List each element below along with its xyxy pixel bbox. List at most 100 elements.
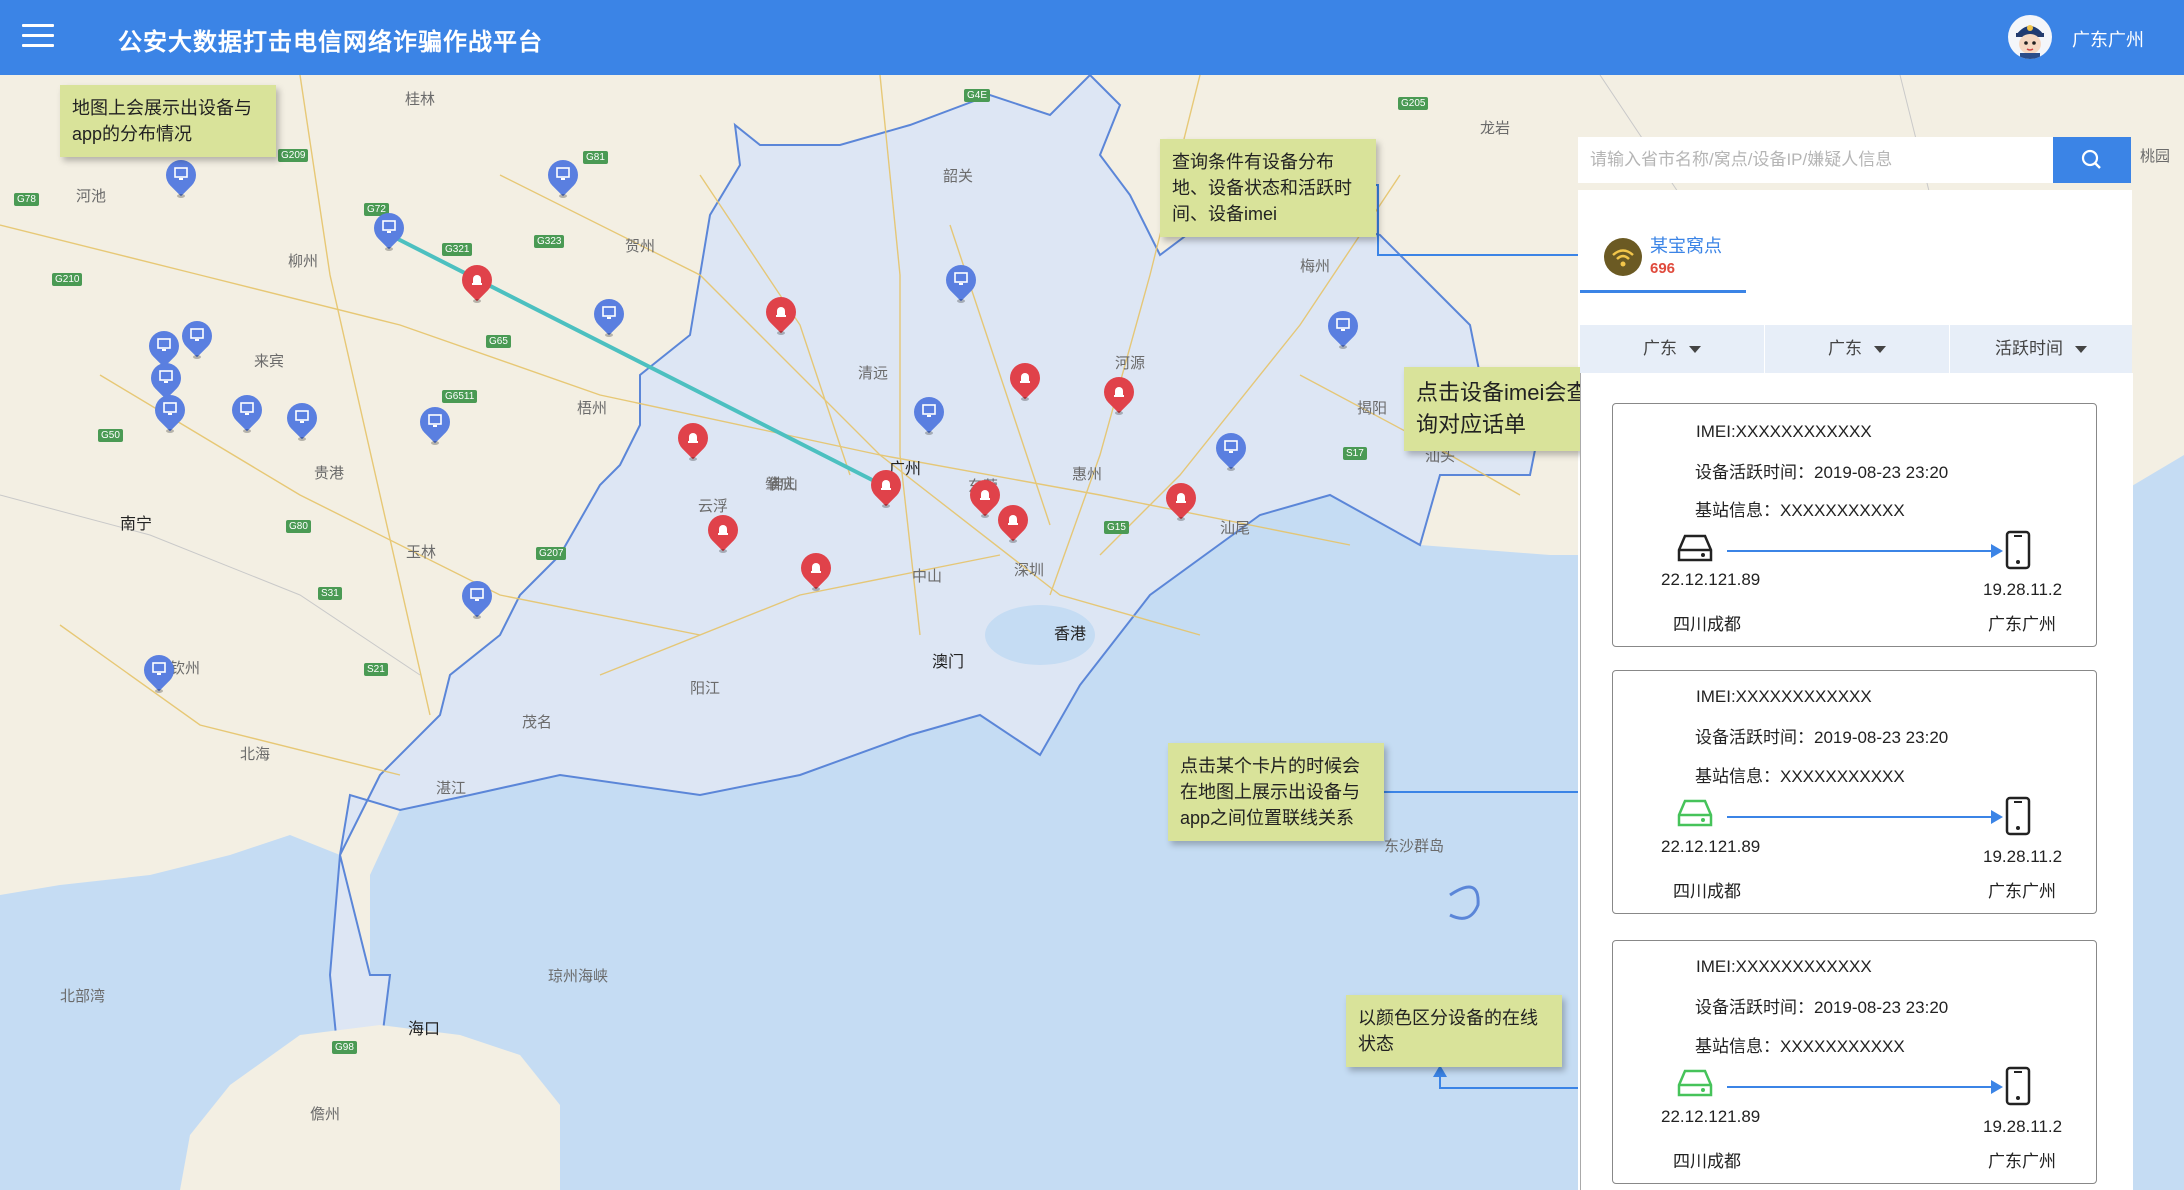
device-place: 四川成都	[1673, 1152, 1741, 1171]
app-location-pin[interactable]	[939, 258, 983, 305]
imei-link[interactable]: IMEI:XXXXXXXXXXXX	[1696, 957, 1872, 977]
tab-den[interactable]: 某宝窝点 696	[1604, 222, 1744, 290]
app-location-pin[interactable]	[1209, 426, 1253, 473]
app-location-pin[interactable]	[175, 314, 219, 361]
city-label: 惠州	[1072, 466, 1103, 483]
search-input[interactable]	[1578, 137, 2053, 183]
alarm-icon	[1176, 493, 1186, 503]
highway-shield: G207	[536, 547, 567, 560]
device-location-pin[interactable]	[455, 258, 499, 305]
router-icon	[1677, 799, 1713, 827]
alarm-icon	[1020, 373, 1030, 383]
active-time: 设备活跃时间：2019-08-23 23:20	[1695, 728, 1949, 747]
device-location-pin[interactable]	[864, 463, 908, 510]
city-label: 澳门	[932, 654, 965, 671]
imei-link[interactable]: IMEI:XXXXXXXXXXXX	[1696, 422, 1872, 442]
device-location-pin[interactable]	[963, 473, 1007, 520]
device-location-pin[interactable]	[1159, 476, 1203, 523]
app-ip: 19.28.11.2	[1983, 847, 2063, 866]
monitor-icon	[152, 662, 166, 675]
device-location-pin[interactable]	[759, 290, 803, 337]
filter-active-time[interactable]: 活跃时间	[1950, 325, 2132, 373]
city-label: 阳江	[690, 680, 721, 697]
imei-link[interactable]: IMEI:XXXXXXXXXXXX	[1696, 687, 1872, 707]
device-location-pin[interactable]	[701, 508, 745, 555]
app-location-pin[interactable]	[280, 396, 324, 443]
highway-shield: G210	[52, 273, 83, 286]
filter-city[interactable]: 广东	[1765, 325, 1949, 373]
city-label: 茂名	[522, 714, 553, 731]
device-location-pin[interactable]	[1097, 370, 1141, 417]
filter-province[interactable]: 广东	[1580, 325, 1764, 373]
monitor-icon	[240, 402, 254, 415]
monitor-icon	[470, 588, 484, 601]
base-station: 基站信息：XXXXXXXXXXX	[1695, 1037, 1905, 1056]
city-label: 北海	[240, 746, 271, 763]
device-location-pin[interactable]	[1003, 356, 1047, 403]
police-avatar[interactable]	[2008, 15, 2052, 59]
app-location-pin[interactable]	[137, 648, 181, 695]
link-arrow	[1727, 1080, 2003, 1094]
device-card[interactable]: IMEI:XXXXXXXXXXXX 设备活跃时间：2019-08-23 23:2…	[1612, 940, 2097, 1184]
app-place: 广东广州	[1988, 1152, 2056, 1171]
highway-shield: G81	[583, 151, 608, 164]
app-ip: 19.28.11.2	[1983, 1117, 2063, 1136]
app-place: 广东广州	[1988, 882, 2056, 901]
filter-city-label: 广东	[1828, 339, 1862, 358]
device-card[interactable]: IMEI:XXXXXXXXXXXX 设备活跃时间：2019-08-23 23:2…	[1612, 403, 2097, 647]
city-label: 梅州	[1300, 258, 1331, 275]
highway-shield: S31	[318, 587, 342, 600]
app-location-pin[interactable]	[541, 153, 585, 200]
highway-shield: S21	[364, 663, 388, 676]
highway-shield: G321	[442, 243, 473, 256]
city-label: 佛山	[768, 476, 799, 493]
user-region[interactable]: 广东广州	[2072, 26, 2144, 52]
app-location-pin[interactable]	[455, 574, 499, 621]
app-location-pin[interactable]	[1321, 304, 1365, 351]
active-time: 设备活跃时间：2019-08-23 23:20	[1695, 463, 1949, 482]
search-button[interactable]	[2053, 137, 2131, 183]
highway-shield: G78	[14, 193, 39, 206]
base-station: 基站信息：XXXXXXXXXXX	[1695, 767, 1905, 786]
chevron-down-icon	[1689, 346, 1701, 354]
router-icon	[1677, 1069, 1713, 1097]
monitor-icon	[922, 404, 936, 417]
tab-label: 某宝窝点	[1650, 236, 1722, 256]
app-location-pin[interactable]	[907, 390, 951, 437]
city-label: 深圳	[1014, 562, 1045, 579]
link-arrow	[1727, 810, 2003, 824]
app-location-pin[interactable]	[225, 388, 269, 435]
city-label: 湛江	[436, 780, 467, 797]
city-label: 琼州海峡	[548, 968, 609, 985]
device-location-pin[interactable]	[671, 416, 715, 463]
device-location-pin[interactable]	[794, 546, 838, 593]
app-location-pin[interactable]	[587, 292, 631, 339]
app-place: 广东广州	[1988, 615, 2056, 634]
router-icon	[1677, 534, 1713, 562]
app-location-pin[interactable]	[148, 388, 192, 435]
alarm-icon	[718, 525, 728, 535]
city-label: 儋州	[310, 1106, 341, 1123]
city-label: 钦州	[170, 660, 201, 677]
device-card[interactable]: IMEI:XXXXXXXXXXXX 设备活跃时间：2019-08-23 23:2…	[1612, 670, 2097, 914]
filter-bar: 广东 广东 活跃时间	[1580, 325, 2132, 373]
app-location-pin[interactable]	[413, 400, 457, 447]
menu-icon[interactable]	[22, 24, 54, 48]
app-location-pin[interactable]	[159, 153, 203, 200]
highway-shield: G15	[1104, 521, 1129, 534]
device-location-pin[interactable]	[991, 498, 1035, 545]
monitor-icon	[174, 167, 188, 180]
city-label: 河源	[1115, 355, 1146, 372]
alarm-icon	[472, 275, 482, 285]
wifi-icon	[1604, 238, 1642, 276]
note-query-conditions: 查询条件有设备分布地、设备状态和活跃时间、设备imei	[1160, 139, 1376, 237]
note-click-imei: 点击设备imei会查询对应话单	[1404, 367, 1608, 451]
alarm-icon	[1114, 387, 1124, 397]
monitor-icon	[556, 167, 570, 180]
app-location-pin[interactable]	[367, 206, 411, 253]
city-label: 韶关	[943, 168, 974, 185]
city-label: 贵港	[314, 465, 345, 482]
device-ip: 22.12.121.89	[1661, 837, 1761, 856]
city-label: 贺州	[625, 238, 656, 255]
monitor-icon	[190, 328, 204, 341]
